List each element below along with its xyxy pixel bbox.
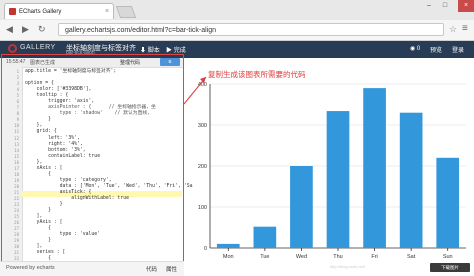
y-tick-label: 400 [198, 82, 207, 88]
url-input[interactable]: gallery.echartsjs.com/editor.html?c=bar-… [58, 23, 444, 36]
x-tick-label: Sat [407, 254, 416, 260]
browser-tab[interactable]: ECharts Gallery × [4, 3, 114, 19]
x-tick-label: Tue [260, 254, 269, 260]
reload-icon[interactable]: ↻ [38, 24, 46, 35]
powered-by-text[interactable]: Powered by echarts [6, 265, 55, 271]
y-tick-label: 200 [198, 164, 207, 170]
y-tick-label: 300 [198, 123, 207, 129]
logo-text[interactable]: GALLERY [20, 44, 56, 51]
preview-button[interactable]: 预览 [430, 45, 442, 54]
forward-icon[interactable]: ▶ [22, 24, 29, 35]
code-tab[interactable]: 代码 [146, 265, 157, 273]
bar[interactable] [399, 112, 423, 248]
new-tab-button[interactable] [115, 6, 137, 18]
x-tick-label: Thu [333, 254, 342, 260]
like-count: 0 [416, 46, 421, 52]
bar[interactable] [216, 243, 240, 248]
done-button[interactable]: ▶ 完成 [166, 45, 186, 54]
bar[interactable] [253, 226, 277, 248]
login-button[interactable]: 登录 [452, 45, 464, 54]
y-tick-label: 100 [198, 205, 207, 211]
script-button[interactable]: ⬇ 脚本 [140, 45, 160, 54]
tab-close-icon[interactable]: × [105, 4, 109, 20]
bookmark-star-icon[interactable]: ☆ [449, 24, 457, 35]
window-close-button[interactable]: × [458, 0, 474, 12]
bar[interactable] [290, 166, 313, 248]
watermark: http://blog.csdn.net/ [330, 264, 365, 269]
bar[interactable] [436, 157, 460, 248]
y-tick-label: 0 [204, 246, 207, 252]
annotation-text: 复制生成该图表所需要的代码 [208, 70, 306, 79]
x-tick-label: Fri [371, 254, 377, 260]
address-bar: ◀ ▶ ↻ gallery.echartsjs.com/editor.html?… [0, 20, 474, 41]
x-tick-label: Wed [296, 254, 307, 260]
browser-menu-icon[interactable]: ≡ [462, 23, 468, 34]
tab-title: ECharts Gallery [19, 9, 62, 15]
echarts-favicon-icon [9, 8, 16, 15]
browser-titlebar: ECharts Gallery × – □ × [0, 0, 474, 21]
config-tab[interactable]: 属性 [166, 265, 177, 273]
minimize-button[interactable]: – [424, 2, 434, 10]
echarts-logo-icon[interactable] [8, 44, 17, 53]
heart-icon: ◉ [410, 46, 416, 52]
editor-footer: Powered by echarts 代码 属性 [0, 261, 184, 276]
x-tick-label: Sun [443, 254, 453, 260]
download-image-button[interactable]: 下载图片 [430, 263, 470, 272]
annotation-frame [1, 54, 184, 268]
bar-chart[interactable]: 0 100 200 300 400 Mon Tue Wed Thu Fri Sat Sun [184, 58, 474, 275]
maximize-button[interactable]: □ [440, 2, 450, 10]
bar[interactable] [363, 88, 386, 248]
bar[interactable] [326, 111, 350, 248]
x-tick-label: Mon [223, 254, 234, 260]
like-button[interactable]: ◉ 0 [410, 45, 420, 52]
back-icon[interactable]: ◀ [6, 24, 13, 35]
